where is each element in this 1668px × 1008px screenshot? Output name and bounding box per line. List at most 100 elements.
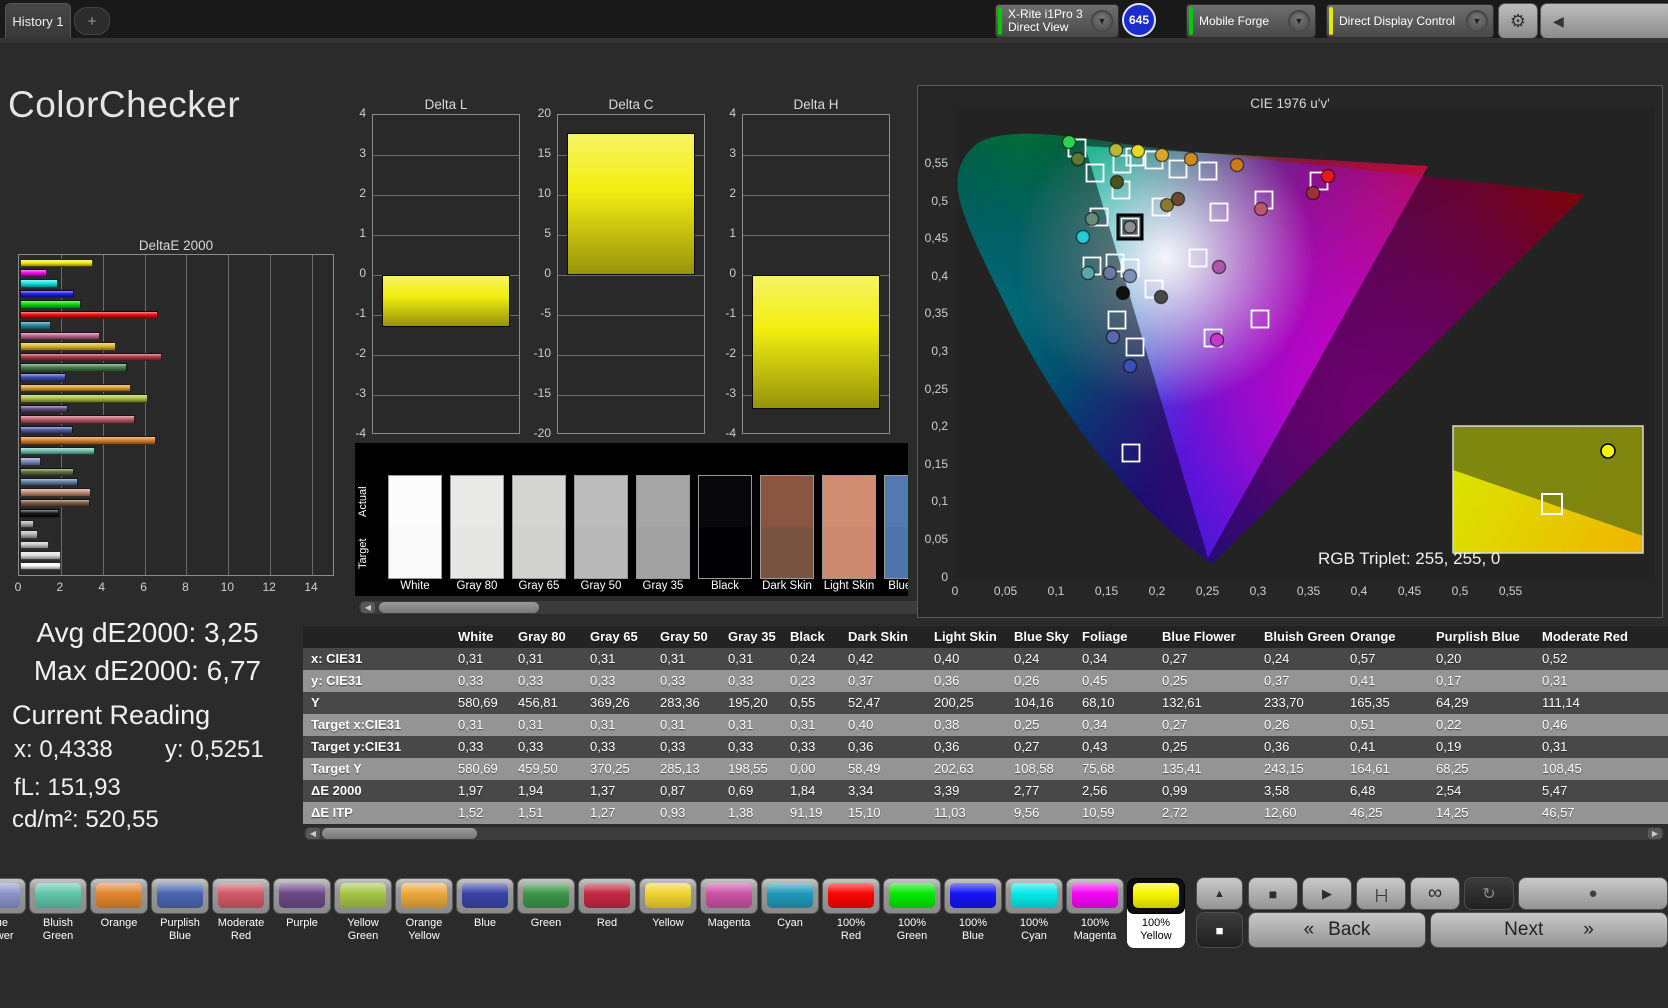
add-tab-button[interactable]: + <box>74 7 110 35</box>
deltae2000-bar <box>20 373 66 382</box>
max-de2000-readout: Max dE2000: 6,77 <box>10 655 285 687</box>
patch-button-purple[interactable]: Purple <box>273 878 331 948</box>
next-button[interactable]: Next » <box>1430 912 1668 948</box>
swatch-actual <box>637 476 689 527</box>
table-cell: 0,24 <box>1264 648 1350 670</box>
patch-button-blue-flower[interactable]: BlueFlower <box>0 878 26 948</box>
deltae2000-gridline <box>270 255 271 575</box>
control-dropdown[interactable]: Direct Display Control▼ <box>1326 4 1494 38</box>
chevron-down-icon[interactable]: ▼ <box>1288 10 1310 32</box>
chevron-down-icon[interactable]: ▼ <box>1091 10 1113 32</box>
scroll-left-icon[interactable]: ◀ <box>361 602 375 613</box>
measured-marker <box>1255 203 1268 216</box>
tab-history-1[interactable]: History 1 <box>5 3 71 39</box>
table-cell: 0,31 <box>518 714 590 736</box>
back-button[interactable]: « Back <box>1248 912 1426 948</box>
scroll-right-icon[interactable]: ▶ <box>1648 828 1662 839</box>
delta_c-tick-label: -15 <box>523 386 551 400</box>
patch-button-red[interactable]: Red <box>578 878 636 948</box>
table-cell: 0,40 <box>934 648 1014 670</box>
settings-button[interactable]: ⚙ <box>1498 3 1538 39</box>
color-patch <box>0 883 20 908</box>
source-dropdown[interactable]: Mobile Forge▼ <box>1186 4 1316 38</box>
table-cell: 0,41 <box>1350 736 1436 758</box>
delta_l-gridline <box>373 355 519 356</box>
table-scrollbar[interactable]: ◀ ▶ <box>303 826 1665 841</box>
swatch-black <box>698 475 752 579</box>
table-cell: 283,36 <box>660 692 728 714</box>
table-cell: 0,00 <box>790 758 848 780</box>
column-header: Black <box>790 626 848 648</box>
chevron-down-icon[interactable]: ▼ <box>1466 10 1488 32</box>
swatch-scrollbar-thumb[interactable] <box>379 602 539 613</box>
deltae2000-tick-label: 8 <box>175 580 195 594</box>
table-cell: 132,61 <box>1162 692 1264 714</box>
patch-button-moderate-red[interactable]: ModerateRed <box>212 878 270 948</box>
deltae2000-bar <box>20 311 158 320</box>
patch-button-100pct-green[interactable]: 100%Green <box>883 878 941 948</box>
pattern-window-button[interactable]: ■ <box>1196 912 1243 948</box>
patch-button-yellow[interactable]: Yellow <box>639 878 697 948</box>
actual-row-label: Actual <box>357 477 371 527</box>
patch-button-blue[interactable]: Blue <box>456 878 514 948</box>
meter-dropdown[interactable]: X-Rite i1Pro 3Direct View▼ <box>995 4 1119 38</box>
stop-button[interactable]: ■ <box>1248 877 1298 910</box>
measured-marker <box>1307 187 1320 200</box>
continuous-measure-button[interactable]: ∞ <box>1410 877 1460 910</box>
deltae2000-chart <box>18 254 334 576</box>
delta_c-bar <box>567 133 695 275</box>
measured-marker <box>1185 153 1198 166</box>
table-cell: 2,77 <box>1014 780 1082 802</box>
patch-button-100pct-cyan[interactable]: 100%Cyan <box>1005 878 1063 948</box>
single-measure-button[interactable]: |–| <box>1356 877 1406 910</box>
patch-button-green[interactable]: Green <box>517 878 575 948</box>
swatch-scrollbar[interactable]: ◀ ▶ <box>358 600 958 615</box>
swatch-actual <box>389 476 441 527</box>
delta_h-bar <box>752 275 880 409</box>
meter-status-badge[interactable]: 645 <box>1122 3 1156 37</box>
table-cell: 0,19 <box>1436 736 1542 758</box>
table-scrollbar-thumb[interactable] <box>322 828 477 839</box>
patch-button-magenta[interactable]: Magenta <box>700 878 758 948</box>
deltae2000-bar <box>20 509 59 518</box>
deltae2000-gridline <box>228 255 229 575</box>
table-cell: 12,60 <box>1264 802 1350 824</box>
table-cell: 0,38 <box>934 714 1014 736</box>
patch-button-100pct-yellow[interactable]: 100%Yellow <box>1127 878 1185 948</box>
patch-button-purplish-blue[interactable]: PurplishBlue <box>151 878 209 948</box>
extra-control-button[interactable]: ● <box>1518 877 1668 910</box>
scroll-up-button[interactable]: ▲ <box>1196 877 1243 910</box>
delta_c-tick-label: 5 <box>523 226 551 240</box>
cie-y-tick-label: 0,45 <box>900 231 948 245</box>
play-icon: ▶ <box>1322 886 1332 902</box>
table-row: Target Y580,69459,50370,25285,13198,550,… <box>303 758 1668 780</box>
swatch-target <box>513 527 565 578</box>
delta_c-gridline <box>558 315 704 316</box>
patch-button-well <box>0 878 26 914</box>
delta_l-tick-label: -2 <box>338 346 366 360</box>
patch-button-bluish-green[interactable]: BluishGreen <box>29 878 87 948</box>
top-bar: History 1 + X-Rite i1Pro 3Direct View▼ Mo… <box>0 0 1668 38</box>
patch-button-100pct-magenta[interactable]: 100%Magenta <box>1066 878 1124 948</box>
refresh-button[interactable]: ↻ <box>1464 877 1514 910</box>
swatch-target <box>823 527 875 578</box>
collapse-panel-button[interactable]: ◀ <box>1540 3 1668 39</box>
table-row: x: CIE310,310,310,310,310,310,240,420,40… <box>303 648 1668 670</box>
cie-x-tick-label: 0,5 <box>1438 584 1482 598</box>
patch-button-100pct-blue[interactable]: 100%Blue <box>944 878 1002 948</box>
play-button[interactable]: ▶ <box>1302 877 1352 910</box>
infinity-icon: ∞ <box>1428 882 1442 905</box>
swatch-label: Gray 50 <box>573 580 629 592</box>
patch-button-label: Green <box>517 917 575 930</box>
patch-button-orange[interactable]: Orange <box>90 878 148 948</box>
patch-button-100pct-red[interactable]: 100%Red <box>822 878 880 948</box>
table-cell: 0,55 <box>790 692 848 714</box>
color-patch <box>401 883 447 908</box>
patch-button-cyan[interactable]: Cyan <box>761 878 819 948</box>
patch-button-well <box>517 878 575 914</box>
cie-y-tick-label: 0,25 <box>900 382 948 396</box>
scroll-left-icon[interactable]: ◀ <box>306 828 320 839</box>
patch-button-yellow-green[interactable]: YellowGreen <box>334 878 392 948</box>
table-row: Target y:CIE310,330,330,330,330,330,330,… <box>303 736 1668 758</box>
patch-button-orange-yellow[interactable]: OrangeYellow <box>395 878 453 948</box>
